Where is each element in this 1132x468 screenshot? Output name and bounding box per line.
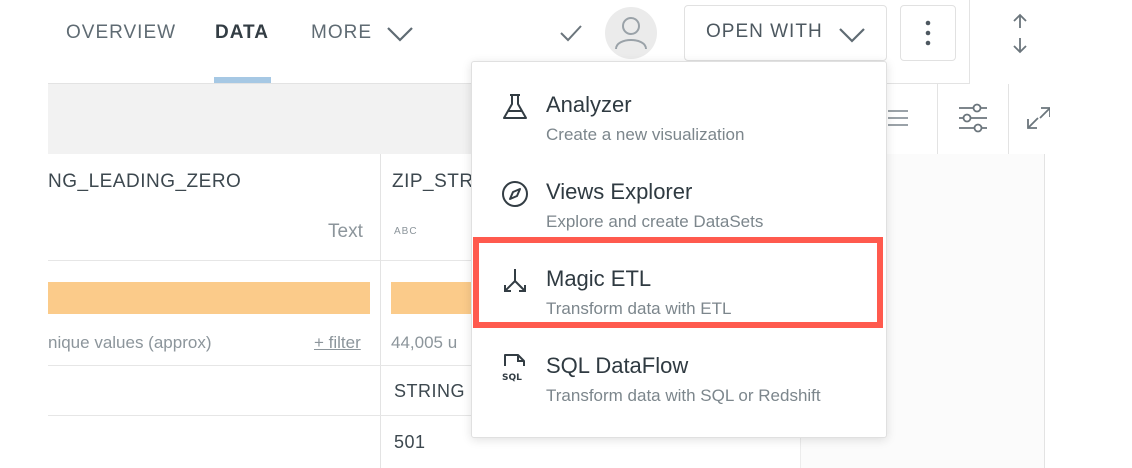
tab-more[interactable]: MORE xyxy=(311,22,372,44)
unique-values-stat: 44,005 u xyxy=(391,333,458,352)
vertical-dots-icon xyxy=(925,20,931,46)
tab-data[interactable]: DATA xyxy=(215,22,269,44)
svg-text:SQL: SQL xyxy=(502,373,522,383)
toolbar-divider xyxy=(1008,84,1009,154)
expand-vertical-icon[interactable] xyxy=(1008,12,1032,56)
sliders-icon[interactable] xyxy=(956,101,990,135)
column-type-label: ABC xyxy=(394,226,418,237)
open-with-label: OPEN WITH xyxy=(706,21,823,42)
column-header-leading-zero[interactable]: NG_LEADING_ZERO xyxy=(48,171,241,193)
more-options-button[interactable] xyxy=(900,5,956,61)
toolbar-divider xyxy=(937,84,938,154)
menu-item-subtitle: Explore and create DataSets xyxy=(546,212,764,231)
list-icon[interactable] xyxy=(886,106,910,130)
menu-item-subtitle: Create a new visualization xyxy=(546,125,745,144)
fullscreen-expand-icon[interactable] xyxy=(1024,104,1050,132)
menu-item-title: Views Explorer xyxy=(546,179,693,204)
panel-border xyxy=(1044,154,1045,468)
column-divider xyxy=(380,154,381,468)
menu-item-sql-dataflow[interactable]: SQL SQL DataFlow Transform data with SQL… xyxy=(472,339,886,425)
chevron-down-icon xyxy=(839,28,865,43)
distribution-bar xyxy=(48,282,370,314)
compass-icon xyxy=(502,181,528,207)
table-cell: 501 xyxy=(394,432,426,452)
column-type-label: Text xyxy=(328,221,363,242)
column-header-zip-string[interactable]: ZIP_STRI xyxy=(392,171,479,193)
avatar[interactable] xyxy=(605,7,657,59)
more-chevron-down-icon[interactable] xyxy=(385,24,415,44)
user-icon xyxy=(615,17,647,50)
menu-item-title: SQL DataFlow xyxy=(546,353,689,378)
menu-item-title: Analyzer xyxy=(546,92,632,117)
magic-etl-highlight-box xyxy=(473,237,883,328)
flask-icon xyxy=(503,94,527,119)
header-divider xyxy=(969,0,970,84)
distribution-bar xyxy=(391,282,476,314)
sql-file-icon: SQL xyxy=(502,354,525,383)
tab-overview[interactable]: OVERVIEW xyxy=(66,22,176,44)
menu-item-subtitle: Transform data with SQL or Redshift xyxy=(546,386,821,405)
tab-more-label: MORE xyxy=(311,22,372,43)
unique-values-stat: nique values (approx) xyxy=(48,333,212,352)
add-filter-link[interactable]: + filter xyxy=(314,333,361,353)
table-cell: STRING xyxy=(394,381,466,401)
checkmark-icon[interactable] xyxy=(558,22,584,44)
menu-item-analyzer[interactable]: Analyzer Create a new visualization xyxy=(472,78,886,164)
open-with-button[interactable]: OPEN WITH xyxy=(684,5,887,61)
